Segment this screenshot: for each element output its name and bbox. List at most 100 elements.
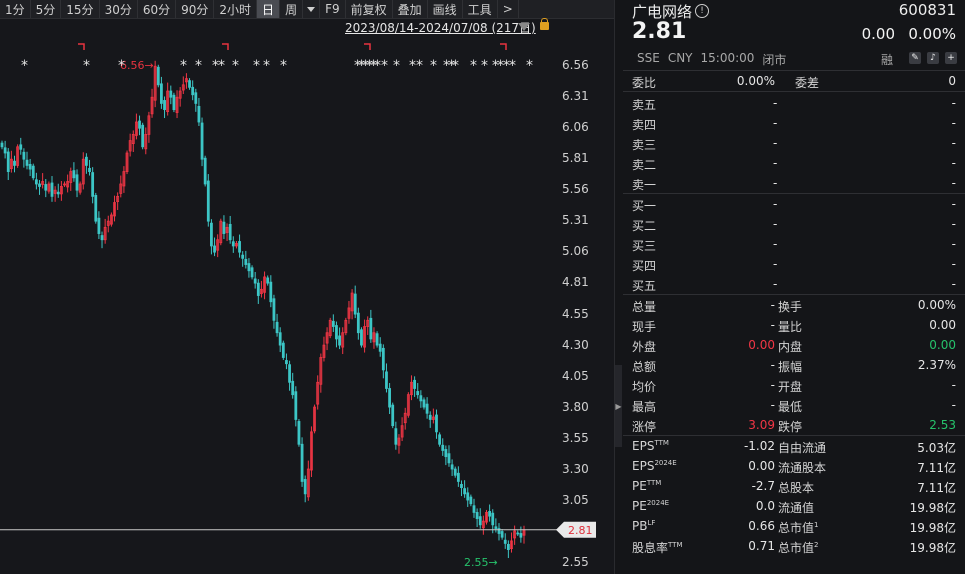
row-label: 卖二 [632, 158, 657, 172]
event-marker-icon: * [280, 58, 287, 74]
current-price-tag: 2.81 [568, 524, 593, 537]
candle-body [3, 147, 7, 154]
candle-body [285, 360, 288, 365]
ask-row: 卖一 - - [623, 173, 965, 193]
ask-volume: - [951, 156, 956, 170]
candle-body [256, 282, 260, 296]
ask-price: - [773, 136, 778, 150]
event-marker-icon: * [470, 58, 477, 74]
candle-body [460, 484, 463, 489]
candlestick-chart[interactable]: 6.56 6.31 6.06 5.81 5.56 5.31 5.06 4.81 4.55 4.30… [0, 19, 614, 574]
event-marker-icon: * [253, 58, 260, 74]
period-tab[interactable]: 1分 [0, 0, 31, 18]
divider [623, 91, 965, 92]
period-tab[interactable]: 30分 [100, 0, 138, 18]
candle-body [160, 83, 163, 104]
ask-volume: - [951, 96, 956, 110]
candle-body [519, 533, 523, 538]
flag-marker-icon [222, 43, 229, 50]
label-superscript: TTM [654, 439, 669, 447]
bid-volume: - [951, 197, 956, 211]
lock-icon[interactable] [540, 18, 549, 30]
candle-body [241, 254, 245, 259]
edit-icon[interactable]: ✎ [909, 52, 921, 64]
candle-body [247, 263, 251, 272]
ask-row: 卖五 - - [623, 93, 965, 113]
period-tab[interactable]: 5分 [31, 0, 62, 18]
period-tab[interactable]: 90分 [176, 0, 215, 18]
candle-body [491, 512, 495, 526]
stat-label: 振幅 [778, 360, 803, 374]
collapse-panel-button[interactable]: ▶ [615, 365, 622, 447]
row-label: 委比 [632, 76, 657, 90]
range-dropdown-icon[interactable] [518, 23, 530, 31]
date-range-label[interactable]: 2023/08/14-2024/07/08 (217日) [345, 19, 536, 36]
fundamental-row: 股息率TTM 0.71 总市值2 19.98亿 [623, 536, 965, 556]
info-icon[interactable]: ! [695, 4, 709, 18]
period-tab[interactable]: 15分 [61, 0, 100, 18]
candle-body [188, 80, 191, 88]
row-value: 0 [948, 74, 956, 88]
fundamental-label: EPS2024E [632, 459, 677, 473]
alert-bell-icon[interactable]: ♪ [927, 52, 939, 64]
event-marker-icon: * [218, 58, 225, 74]
candle-body [163, 100, 166, 111]
candle-body [413, 379, 416, 389]
candle-body [25, 159, 29, 166]
y-tick-label: 6.31 [562, 89, 589, 103]
bid-row: 买一 - - [623, 194, 965, 214]
fundamental-value: 0.66 [748, 519, 775, 533]
row-label: 卖四 [632, 118, 657, 132]
candle-body [169, 90, 173, 98]
y-tick-label: 5.06 [562, 244, 589, 258]
candle-body [22, 151, 26, 160]
panel-splitter[interactable] [614, 0, 623, 574]
toolbar-button[interactable]: 工具 [463, 0, 498, 18]
toolbar-button[interactable]: > [498, 0, 519, 18]
label-superscript: TTM [646, 479, 662, 487]
period-tab[interactable]: 2小时 [214, 0, 258, 18]
stat-label: 外盘 [632, 340, 657, 354]
candle-body [331, 320, 335, 327]
fundamental-value: 19.98亿 [909, 541, 956, 555]
fundamental-label: 股息率TTM [632, 541, 683, 555]
candle-body [210, 222, 213, 247]
fundamental-label: 流通股本 [778, 461, 827, 475]
fundamental-label: PE2024E [632, 499, 670, 513]
candle-body [288, 364, 291, 383]
toolbar-button[interactable]: 前复权 [346, 0, 393, 18]
event-marker-icon: * [509, 58, 516, 74]
fundamental-label: 流通值 [778, 501, 815, 515]
fundamental-value: 0.0 [755, 499, 775, 513]
candle-body [269, 281, 273, 303]
candle-body [250, 267, 254, 278]
fundamental-label: PBLF [632, 519, 656, 533]
candle-body [31, 165, 35, 179]
stat-value: 2.53 [929, 418, 956, 432]
candle-body [156, 66, 160, 86]
fundamental-row: EPS2024E 0.00 流通股本 7.11亿 [623, 456, 965, 476]
toolbar-button[interactable]: 画线 [428, 0, 463, 18]
y-tick-label: 3.30 [562, 462, 589, 476]
candle-body [100, 235, 104, 241]
candle-body [238, 241, 241, 253]
toolbar-button[interactable]: F9 [320, 0, 346, 18]
fundamental-value: 7.11亿 [917, 461, 956, 475]
y-tick-label: 4.81 [562, 275, 589, 289]
add-icon[interactable]: + [945, 52, 957, 64]
period-more-icon[interactable] [303, 0, 321, 18]
fundamental-value: -1.02 [743, 439, 775, 453]
y-tick-label: 2.55 [562, 555, 589, 569]
candle-body [278, 332, 282, 346]
period-tab[interactable]: 周 [280, 0, 304, 18]
period-tab[interactable]: 日 [257, 0, 281, 18]
toolbar-button[interactable]: 叠加 [393, 0, 428, 18]
candle-body [456, 472, 460, 482]
stat-value: - [770, 358, 775, 372]
event-marker-icon: * [83, 58, 90, 74]
candle-body [503, 539, 507, 544]
period-tab[interactable]: 60分 [138, 0, 177, 18]
candle-body [500, 531, 504, 538]
candle-body [19, 144, 23, 150]
event-marker-icon: * [430, 58, 437, 74]
